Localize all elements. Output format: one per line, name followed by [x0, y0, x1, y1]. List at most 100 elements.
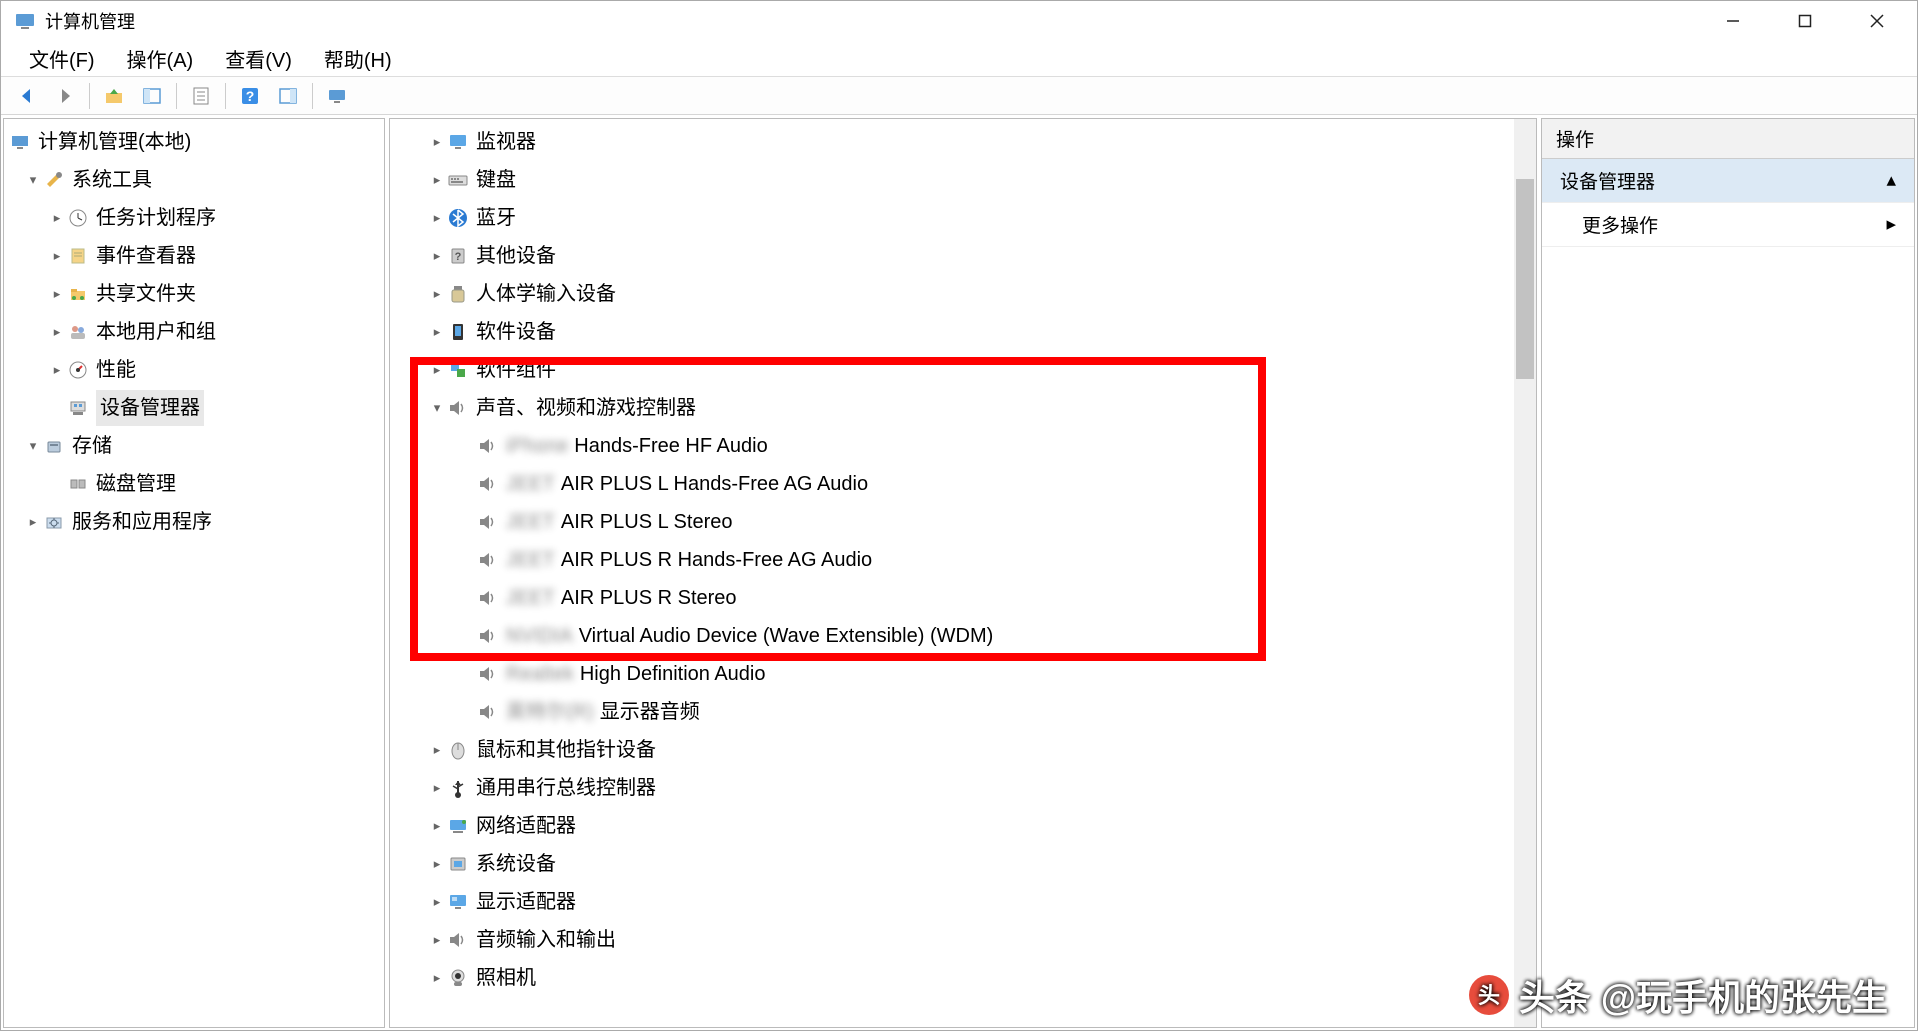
software-device-icon: [446, 320, 470, 344]
device-category[interactable]: ▾ 声音、视频和游戏控制器: [392, 389, 1534, 427]
expand-icon[interactable]: ▸: [428, 247, 446, 265]
expand-spacer: [48, 475, 66, 493]
device-category[interactable]: ▸网络适配器: [392, 807, 1534, 845]
tree-label: 系统工具: [72, 162, 152, 198]
device-category-label: 声音、视频和游戏控制器: [476, 390, 696, 426]
scrollbar-thumb[interactable]: [1516, 179, 1534, 379]
actions-more[interactable]: 更多操作 ▸: [1542, 203, 1914, 247]
device-category[interactable]: ▸系统设备: [392, 845, 1534, 883]
device-category[interactable]: ▸ 鼠标和其他指针设备: [392, 731, 1534, 769]
expand-icon[interactable]: ▸: [48, 247, 66, 265]
toolbar-separator: [176, 83, 177, 109]
expand-icon[interactable]: ▸: [48, 361, 66, 379]
expand-icon[interactable]: ▸: [428, 361, 446, 379]
close-button[interactable]: [1841, 1, 1913, 41]
device-category[interactable]: ▸蓝牙: [392, 199, 1534, 237]
help-button[interactable]: ?: [232, 82, 268, 110]
tree-event-viewer[interactable]: ▸ 事件查看器: [6, 237, 382, 275]
tree-device-manager[interactable]: 设备管理器: [6, 389, 382, 427]
computer-management-icon: [8, 130, 32, 154]
speaker-icon: [476, 662, 500, 686]
show-hide-console-tree-button[interactable]: [134, 82, 170, 110]
show-hide-action-pane-button[interactable]: [270, 82, 306, 110]
tree-label: 设备管理器: [96, 390, 204, 426]
expand-icon[interactable]: ▸: [428, 209, 446, 227]
device-category[interactable]: ▸人体学输入设备: [392, 275, 1534, 313]
tree-storage[interactable]: ▾ 存储: [6, 427, 382, 465]
forward-button[interactable]: [47, 82, 83, 110]
expand-icon[interactable]: ▸: [24, 513, 42, 531]
tree-local-users[interactable]: ▸ 本地用户和组: [6, 313, 382, 351]
maximize-button[interactable]: [1769, 1, 1841, 41]
expand-icon[interactable]: ▸: [428, 931, 446, 949]
expand-icon[interactable]: ▾: [24, 437, 42, 455]
menu-file[interactable]: 文件(F): [13, 40, 111, 77]
tree-task-scheduler[interactable]: ▸ 任务计划程序: [6, 199, 382, 237]
device-category[interactable]: ▸软件设备: [392, 313, 1534, 351]
back-button[interactable]: [9, 82, 45, 110]
device-tree-panel: ▸监视器▸键盘▸蓝牙▸?其他设备▸人体学输入设备▸软件设备▸软件组件 ▾ 声音、视频…: [389, 118, 1537, 1028]
navigation-tree-panel: 计算机管理(本地) ▾ 系统工具 ▸ 任务计划程序 ▸ 事件查看器 ▸ 共享文件…: [3, 118, 385, 1028]
device-item[interactable]: JEETAIR PLUS R Hands-Free AG Audio: [392, 541, 1534, 579]
properties-button[interactable]: [183, 82, 219, 110]
tree-label: 磁盘管理: [96, 466, 176, 502]
expand-icon[interactable]: ▸: [428, 969, 446, 987]
device-category[interactable]: ▸通用串行总线控制器: [392, 769, 1534, 807]
tree-services-apps[interactable]: ▸ 服务和应用程序: [6, 503, 382, 541]
expand-icon[interactable]: ▾: [428, 399, 446, 417]
menu-help[interactable]: 帮助(H): [308, 40, 408, 77]
device-item[interactable]: RealtekHigh Definition Audio: [392, 655, 1534, 693]
up-folder-button[interactable]: [96, 82, 132, 110]
tree-label: 存储: [72, 428, 112, 464]
device-manager-icon: [66, 396, 90, 420]
device-category[interactable]: ▸照相机: [392, 959, 1534, 997]
device-item[interactable]: JEETAIR PLUS L Stereo: [392, 503, 1534, 541]
actions-panel: 操作 设备管理器 ▴ 更多操作 ▸: [1541, 118, 1915, 1028]
device-category[interactable]: ▸键盘: [392, 161, 1534, 199]
mouse-icon: [446, 738, 470, 762]
device-category[interactable]: ▸监视器: [392, 123, 1534, 161]
tree-shared-folders[interactable]: ▸ 共享文件夹: [6, 275, 382, 313]
expand-icon[interactable]: ▸: [428, 893, 446, 911]
expand-icon[interactable]: ▸: [428, 133, 446, 151]
tree-performance[interactable]: ▸ 性能: [6, 351, 382, 389]
expand-icon[interactable]: ▸: [48, 209, 66, 227]
toolbar: ?: [1, 77, 1917, 115]
device-item[interactable]: NVIDIAVirtual Audio Device (Wave Extensi…: [392, 617, 1534, 655]
device-category[interactable]: ▸?其他设备: [392, 237, 1534, 275]
device-item[interactable]: iPhoneHands-Free HF Audio: [392, 427, 1534, 465]
expand-icon[interactable]: ▸: [428, 817, 446, 835]
expand-icon[interactable]: ▸: [48, 323, 66, 341]
expand-icon[interactable]: ▸: [428, 323, 446, 341]
main-content: 计算机管理(本地) ▾ 系统工具 ▸ 任务计划程序 ▸ 事件查看器 ▸ 共享文件…: [1, 115, 1917, 1030]
device-category[interactable]: ▸软件组件: [392, 351, 1534, 389]
expand-icon[interactable]: ▾: [24, 171, 42, 189]
software-component-icon: [446, 358, 470, 382]
actions-section[interactable]: 设备管理器 ▴: [1542, 159, 1914, 203]
shared-folders-icon: [66, 282, 90, 306]
menu-action[interactable]: 操作(A): [111, 40, 210, 77]
expand-spacer: [458, 437, 476, 455]
expand-icon[interactable]: ▸: [48, 285, 66, 303]
device-item[interactable]: JEETAIR PLUS L Hands-Free AG Audio: [392, 465, 1534, 503]
svg-text:?: ?: [246, 88, 255, 104]
device-category[interactable]: ▸显示适配器: [392, 883, 1534, 921]
expand-icon[interactable]: ▸: [428, 779, 446, 797]
expand-spacer: [458, 551, 476, 569]
expand-icon[interactable]: ▸: [428, 741, 446, 759]
device-category-label: 鼠标和其他指针设备: [476, 732, 656, 768]
menu-view[interactable]: 查看(V): [209, 40, 308, 77]
device-item-label: AIR PLUS L Hands-Free AG Audio: [561, 466, 868, 502]
scrollbar[interactable]: [1514, 119, 1536, 1027]
tree-system-tools[interactable]: ▾ 系统工具: [6, 161, 382, 199]
minimize-button[interactable]: [1697, 1, 1769, 41]
device-category[interactable]: ▸音频输入和输出: [392, 921, 1534, 959]
expand-icon[interactable]: ▸: [428, 285, 446, 303]
expand-icon[interactable]: ▸: [428, 171, 446, 189]
device-item[interactable]: JEETAIR PLUS R Stereo: [392, 579, 1534, 617]
tree-disk-management[interactable]: 磁盘管理: [6, 465, 382, 503]
tree-root[interactable]: 计算机管理(本地): [6, 123, 382, 161]
expand-icon[interactable]: ▸: [428, 855, 446, 873]
device-item[interactable]: 英特尔(R)显示器音频: [392, 693, 1534, 731]
refresh-button[interactable]: [319, 82, 355, 110]
